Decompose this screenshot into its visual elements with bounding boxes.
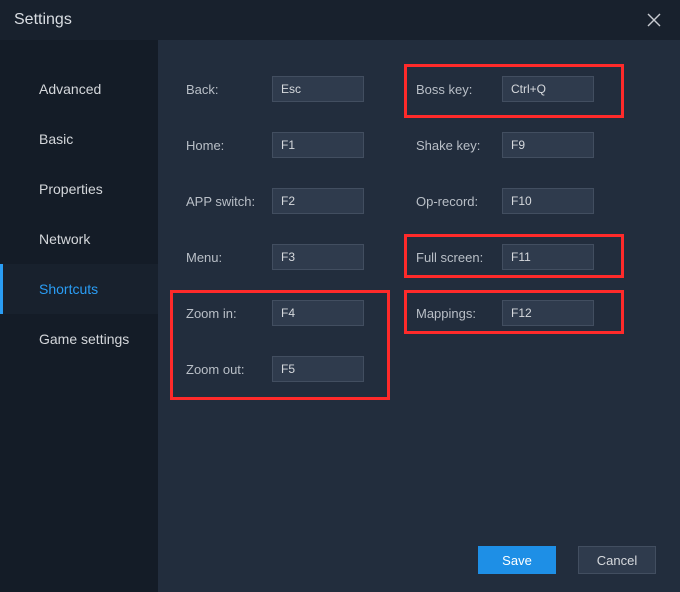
- shortcut-input-app-switch[interactable]: F2: [272, 188, 364, 214]
- shortcut-input-zoom-in[interactable]: F4: [272, 300, 364, 326]
- field-full-screen: Full screen: F11: [410, 240, 640, 274]
- shortcut-input-shake-key[interactable]: F9: [502, 132, 594, 158]
- window-title: Settings: [14, 11, 642, 29]
- shortcuts-grid: Back: Esc Boss key: Ctrl+Q Home: F1 Shak…: [158, 72, 680, 386]
- field-label: Home:: [186, 138, 272, 153]
- field-app-switch: APP switch: F2: [180, 184, 410, 218]
- field-op-record: Op-record: F10: [410, 184, 640, 218]
- sidebar-item-label: Shortcuts: [39, 281, 98, 297]
- field-boss-key: Boss key: Ctrl+Q: [410, 72, 640, 106]
- close-icon[interactable]: [642, 8, 666, 32]
- shortcut-input-home[interactable]: F1: [272, 132, 364, 158]
- field-empty: [410, 352, 640, 386]
- save-button[interactable]: Save: [478, 546, 556, 574]
- body: Advanced Basic Properties Network Shortc…: [0, 40, 680, 592]
- button-label: Save: [502, 553, 532, 568]
- field-label: Shake key:: [416, 138, 502, 153]
- sidebar-item-label: Network: [39, 231, 90, 247]
- sidebar-item-network[interactable]: Network: [0, 214, 158, 264]
- footer: Save Cancel: [478, 546, 656, 574]
- shortcut-input-zoom-out[interactable]: F5: [272, 356, 364, 382]
- field-label: Boss key:: [416, 82, 502, 97]
- field-label: APP switch:: [186, 194, 272, 209]
- shortcut-input-mappings[interactable]: F12: [502, 300, 594, 326]
- shortcut-input-boss-key[interactable]: Ctrl+Q: [502, 76, 594, 102]
- sidebar-item-advanced[interactable]: Advanced: [0, 64, 158, 114]
- titlebar: Settings: [0, 0, 680, 40]
- sidebar-item-label: Game settings: [39, 331, 129, 347]
- sidebar-item-shortcuts[interactable]: Shortcuts: [0, 264, 158, 314]
- shortcut-input-op-record[interactable]: F10: [502, 188, 594, 214]
- field-label: Full screen:: [416, 250, 502, 265]
- field-zoom-in: Zoom in: F4: [180, 296, 410, 330]
- sidebar-item-properties[interactable]: Properties: [0, 164, 158, 214]
- field-label: Zoom in:: [186, 306, 272, 321]
- settings-window: Settings Advanced Basic Properties Netwo…: [0, 0, 680, 592]
- cancel-button[interactable]: Cancel: [578, 546, 656, 574]
- field-shake-key: Shake key: F9: [410, 128, 640, 162]
- field-label: Back:: [186, 82, 272, 97]
- field-home: Home: F1: [180, 128, 410, 162]
- field-back: Back: Esc: [180, 72, 410, 106]
- shortcut-input-back[interactable]: Esc: [272, 76, 364, 102]
- sidebar-item-label: Properties: [39, 181, 103, 197]
- sidebar: Advanced Basic Properties Network Shortc…: [0, 40, 158, 592]
- field-label: Op-record:: [416, 194, 502, 209]
- field-zoom-out: Zoom out: F5: [180, 352, 410, 386]
- field-menu: Menu: F3: [180, 240, 410, 274]
- sidebar-item-label: Advanced: [39, 81, 101, 97]
- field-mappings: Mappings: F12: [410, 296, 640, 330]
- button-label: Cancel: [597, 553, 637, 568]
- field-label: Zoom out:: [186, 362, 272, 377]
- field-label: Menu:: [186, 250, 272, 265]
- content-panel: Back: Esc Boss key: Ctrl+Q Home: F1 Shak…: [158, 40, 680, 592]
- field-label: Mappings:: [416, 306, 502, 321]
- sidebar-item-label: Basic: [39, 131, 73, 147]
- shortcut-input-full-screen[interactable]: F11: [502, 244, 594, 270]
- sidebar-item-game-settings[interactable]: Game settings: [0, 314, 158, 364]
- sidebar-item-basic[interactable]: Basic: [0, 114, 158, 164]
- shortcut-input-menu[interactable]: F3: [272, 244, 364, 270]
